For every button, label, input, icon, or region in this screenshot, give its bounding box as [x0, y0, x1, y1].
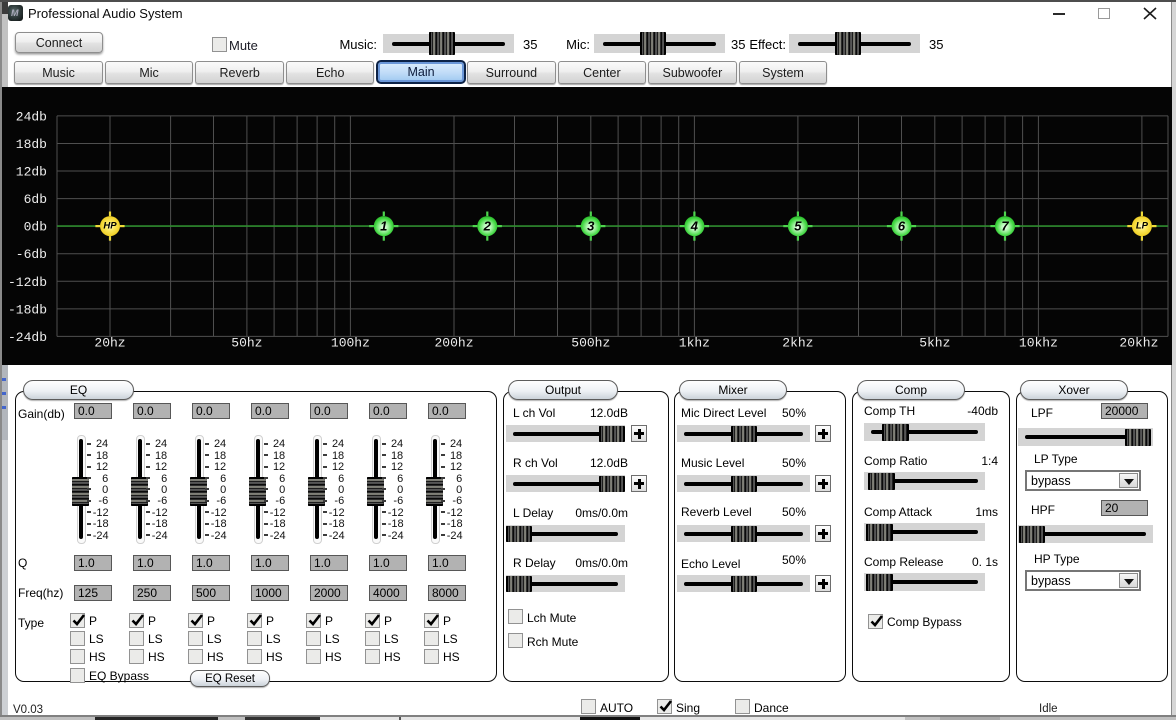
svg-text:5: 5 [794, 219, 802, 234]
svg-text:24db: 24db [16, 109, 47, 124]
svg-text:1khz: 1khz [679, 335, 710, 350]
svg-text:0db: 0db [24, 220, 47, 235]
svg-text:6db: 6db [24, 192, 47, 207]
svg-text:20hz: 20hz [94, 335, 125, 350]
svg-text:-12db: -12db [8, 275, 47, 290]
svg-text:200hz: 200hz [434, 335, 473, 350]
svg-text:10khz: 10khz [1019, 335, 1058, 350]
svg-text:20khz: 20khz [1119, 335, 1158, 350]
svg-text:5khz: 5khz [919, 335, 950, 350]
svg-text:12db: 12db [16, 165, 47, 180]
svg-text:-6db: -6db [16, 247, 47, 262]
svg-text:4: 4 [690, 219, 699, 234]
svg-text:HP: HP [103, 221, 117, 232]
svg-text:7: 7 [1001, 219, 1009, 234]
svg-text:LP: LP [1136, 221, 1149, 232]
svg-text:18db: 18db [16, 137, 47, 152]
svg-text:3: 3 [587, 219, 595, 234]
svg-text:50hz: 50hz [231, 335, 262, 350]
svg-text:-18db: -18db [8, 302, 47, 317]
svg-text:-24db: -24db [8, 330, 47, 345]
svg-text:2khz: 2khz [782, 335, 813, 350]
svg-text:100hz: 100hz [331, 335, 370, 350]
svg-text:1: 1 [380, 219, 387, 234]
svg-text:2: 2 [483, 219, 492, 234]
svg-text:6: 6 [898, 219, 906, 234]
svg-text:500hz: 500hz [571, 335, 610, 350]
